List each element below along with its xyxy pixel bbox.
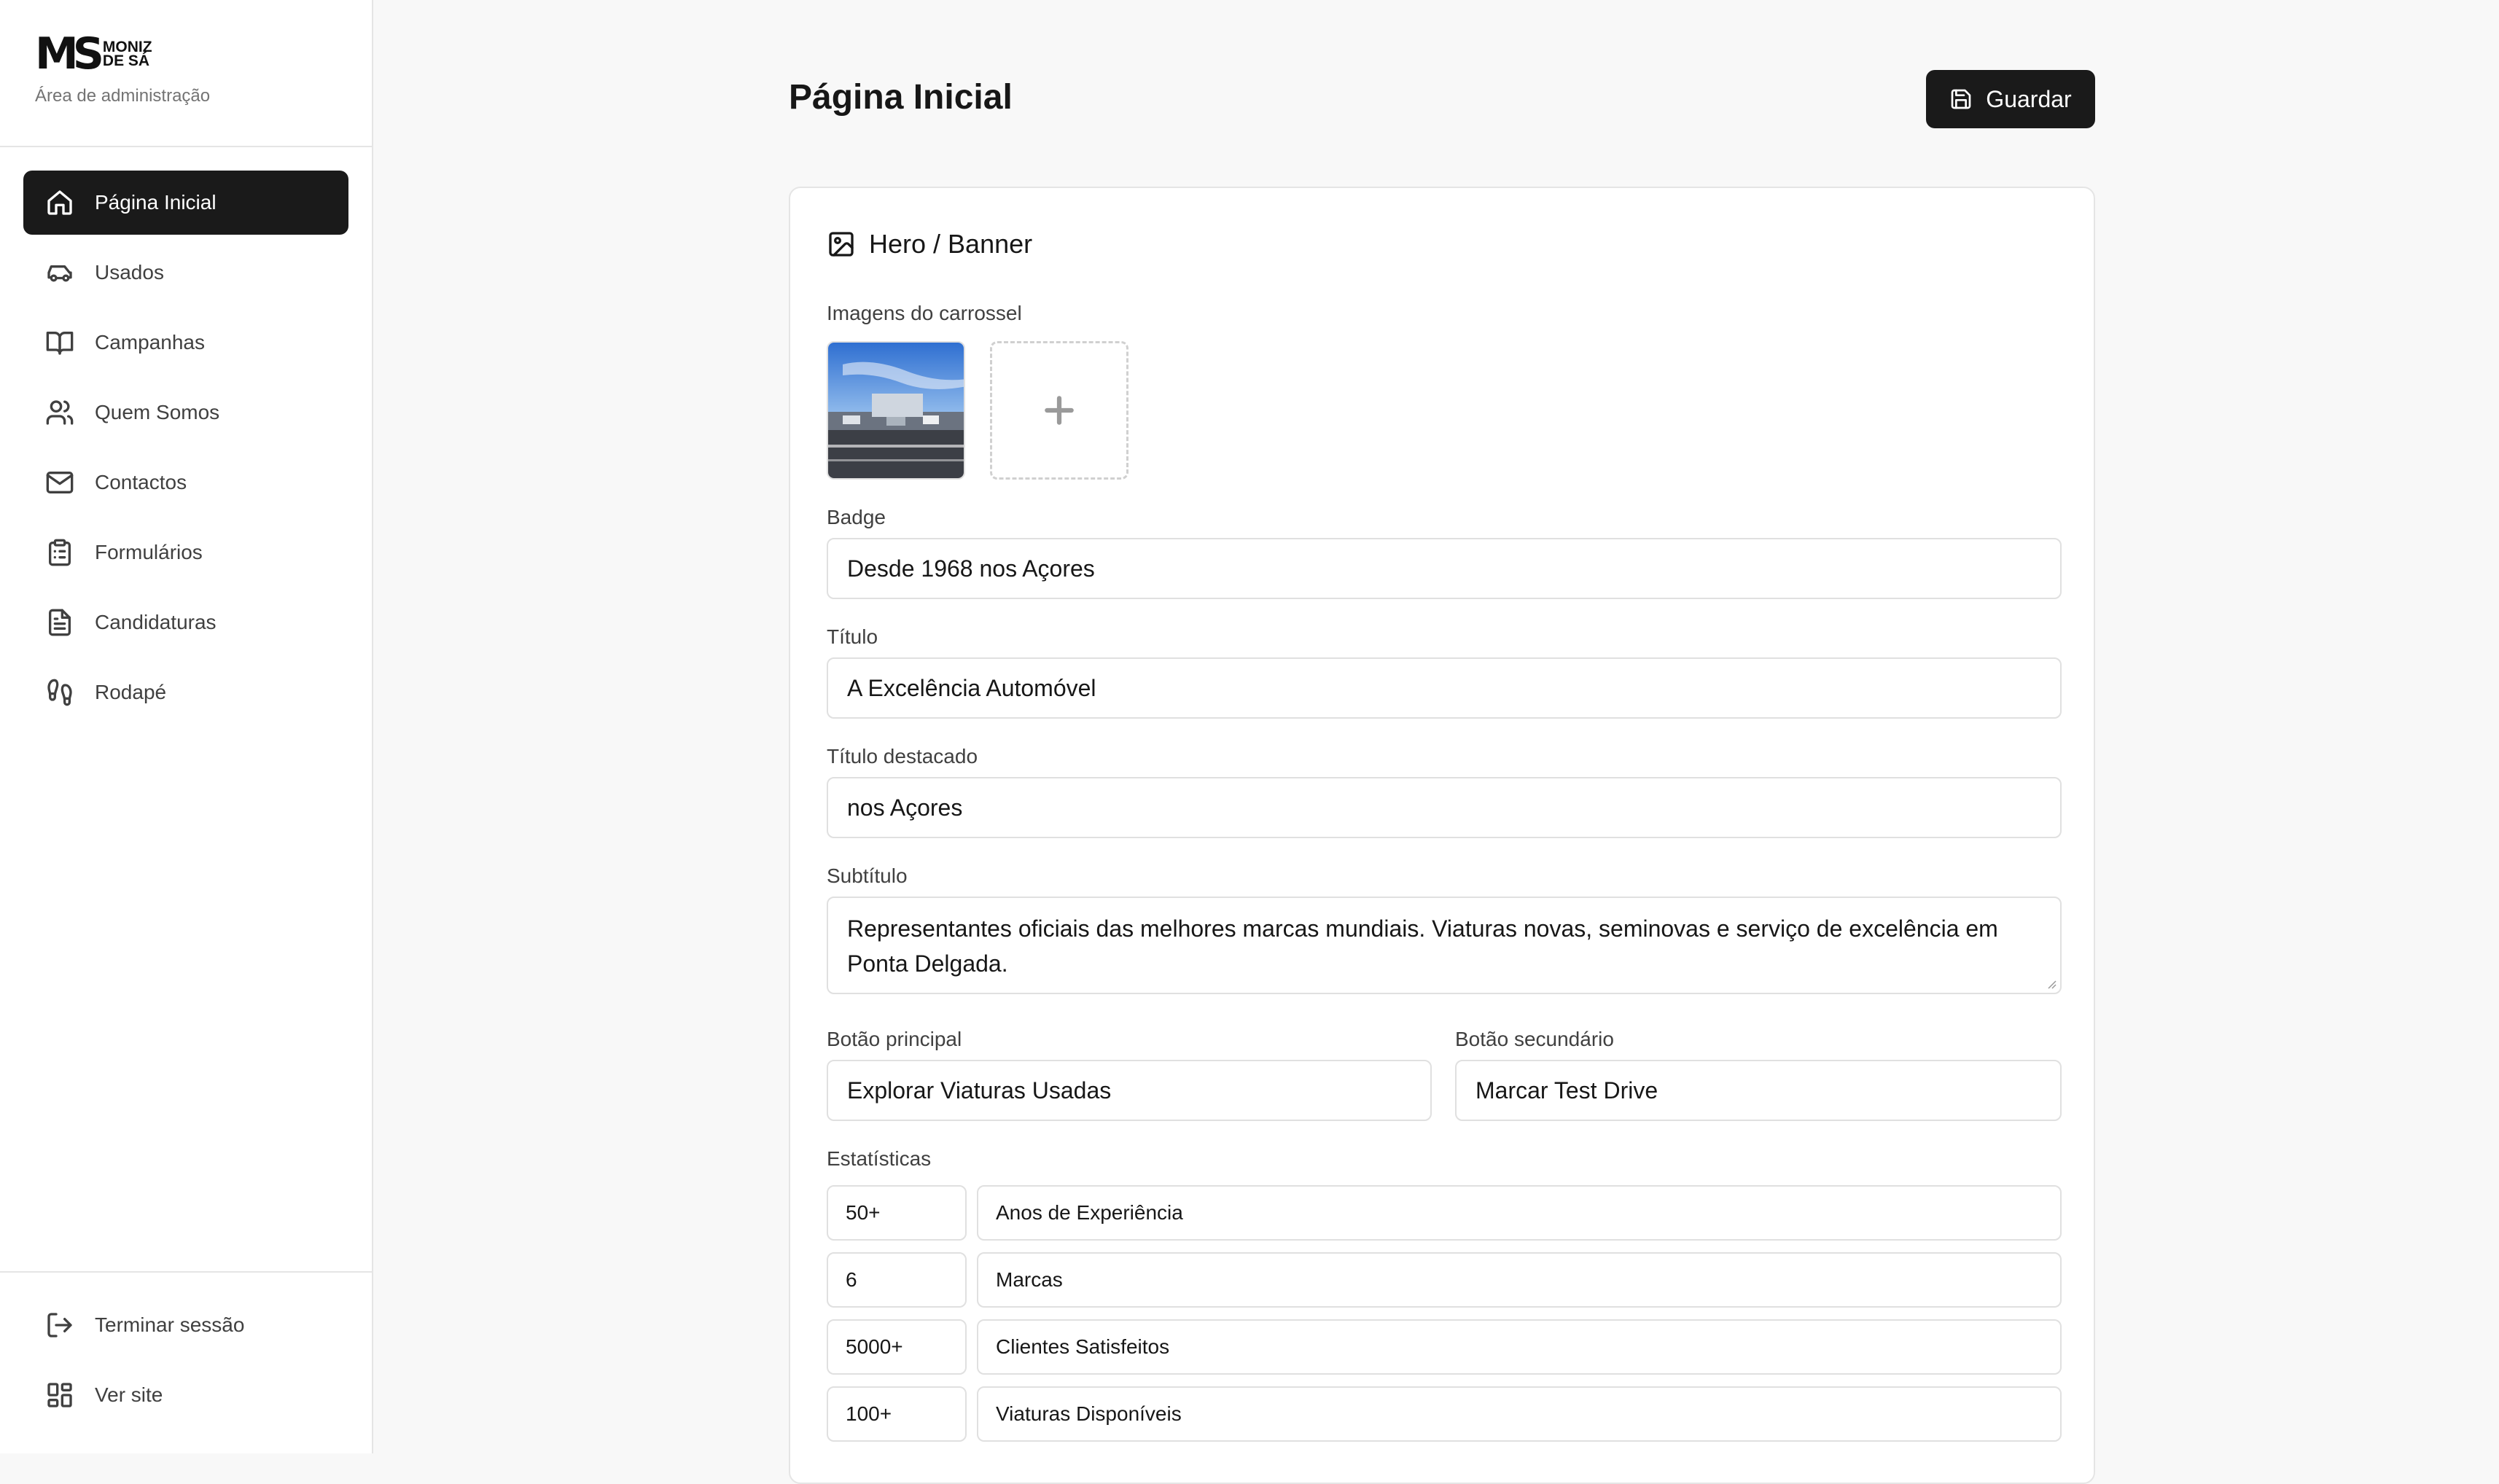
stat-label-input[interactable]: Viaturas Disponíveis: [977, 1386, 2062, 1442]
primary-button-label: Botão principal: [827, 1028, 962, 1050]
title-label: Título: [827, 625, 878, 648]
title-input[interactable]: A Excelência Automóvel: [827, 657, 2062, 719]
sidebar-item-label: Formulários: [95, 541, 203, 563]
sidebar-divider: [0, 1271, 372, 1273]
sidebar-item-label: Rodapé: [95, 681, 167, 703]
add-image-button[interactable]: [990, 341, 1128, 480]
subtitle-text: Representantes oficiais das melhores mar…: [847, 915, 1998, 977]
secondary-button-input[interactable]: Marcar Test Drive: [1455, 1060, 2062, 1121]
stat-label-input[interactable]: Marcas: [977, 1252, 2062, 1308]
mail-icon: [45, 468, 74, 497]
sidebar-item-candidaturas[interactable]: Candidaturas: [23, 590, 348, 655]
sidebar-item-label: Quem Somos: [95, 401, 220, 423]
brand-logo[interactable]: MS MONIZ DE SÁ: [35, 32, 210, 76]
home-icon: [45, 188, 74, 217]
hero-card: Hero / Banner Imagens do carrossel Badge…: [789, 187, 2095, 1484]
sidebar-item-label: Contactos: [95, 471, 187, 493]
subtitle-label: Subtítulo: [827, 864, 908, 887]
subtitle-textarea[interactable]: Representantes oficiais das melhores mar…: [827, 897, 2062, 994]
brand: MS MONIZ DE SÁ Área de administração: [35, 32, 210, 106]
sidebar-nav: Página Inicial Usados Campanhas Quem Som…: [23, 171, 348, 730]
sidebar-divider: [0, 146, 372, 147]
sidebar-item-label: Página Inicial: [95, 191, 217, 214]
sidebar-item-label: Usados: [95, 261, 164, 284]
resize-handle-icon[interactable]: [2046, 978, 2057, 990]
highlight-title-label: Título destacado: [827, 745, 978, 768]
logout-button[interactable]: Terminar sessão: [23, 1293, 348, 1357]
badge-input[interactable]: Desde 1968 nos Açores: [827, 538, 2062, 599]
view-site-button[interactable]: Ver site: [23, 1363, 348, 1427]
hero-card-title-text: Hero / Banner: [869, 229, 1033, 259]
stat-value-input[interactable]: 6: [827, 1252, 967, 1308]
logout-label: Terminar sessão: [95, 1313, 245, 1336]
save-label: Guardar: [1986, 85, 2072, 112]
brand-subtitle: Área de administração: [35, 86, 211, 106]
badge-label: Badge: [827, 506, 886, 528]
stat-value-input[interactable]: 100+: [827, 1386, 967, 1442]
sidebar-bottom-nav: Terminar sessão Ver site: [23, 1293, 348, 1433]
file-text-icon: [45, 608, 74, 637]
stat-value-input[interactable]: 50+: [827, 1185, 967, 1241]
save-icon: [1949, 87, 1973, 111]
brand-mark: MS: [35, 28, 104, 79]
sidebar-item-contactos[interactable]: Contactos: [23, 450, 348, 515]
stat-value-input[interactable]: 5000+: [827, 1319, 967, 1375]
sidebar-item-formularios[interactable]: Formulários: [23, 520, 348, 585]
brand-word-2: DE SÁ: [102, 52, 150, 69]
book-open-icon: [45, 328, 74, 357]
layout-dashboard-icon: [45, 1380, 74, 1410]
stat-label-input[interactable]: Anos de Experiência: [977, 1185, 2062, 1241]
view-site-label: Ver site: [95, 1383, 163, 1406]
sidebar-item-label: Candidaturas: [95, 611, 217, 633]
users-icon: [45, 398, 74, 427]
stats-label: Estatísticas: [827, 1147, 932, 1170]
image-icon: [827, 230, 856, 259]
sidebar-item-pagina-inicial[interactable]: Página Inicial: [23, 171, 348, 235]
carousel-photo: [828, 343, 964, 478]
sidebar-item-rodape[interactable]: Rodapé: [23, 660, 348, 725]
save-button[interactable]: Guardar: [1926, 70, 2095, 128]
car-icon: [45, 258, 74, 287]
sidebar-item-usados[interactable]: Usados: [23, 241, 348, 305]
stat-label-input[interactable]: Clientes Satisfeitos: [977, 1319, 2062, 1375]
hero-card-title: Hero / Banner: [827, 229, 1032, 259]
carousel-label: Imagens do carrossel: [827, 302, 1022, 324]
plus-icon: [1045, 396, 1074, 425]
sidebar-item-quem-somos[interactable]: Quem Somos: [23, 380, 348, 445]
footprints-icon: [45, 678, 74, 707]
clipboard-list-icon: [45, 538, 74, 567]
brand-words: MONIZ DE SÁ: [102, 39, 152, 69]
page-title: Página Inicial: [789, 78, 1013, 117]
sidebar-item-campanhas[interactable]: Campanhas: [23, 311, 348, 375]
secondary-button-label: Botão secundário: [1455, 1028, 1614, 1050]
carousel-image-thumbnail[interactable]: [827, 341, 965, 480]
highlight-title-input[interactable]: nos Açores: [827, 777, 2062, 838]
log-out-icon: [45, 1311, 74, 1340]
sidebar-item-label: Campanhas: [95, 331, 205, 354]
sidebar: MS MONIZ DE SÁ Área de administração Pág…: [0, 0, 373, 1453]
primary-button-input[interactable]: Explorar Viaturas Usadas: [827, 1060, 1432, 1121]
